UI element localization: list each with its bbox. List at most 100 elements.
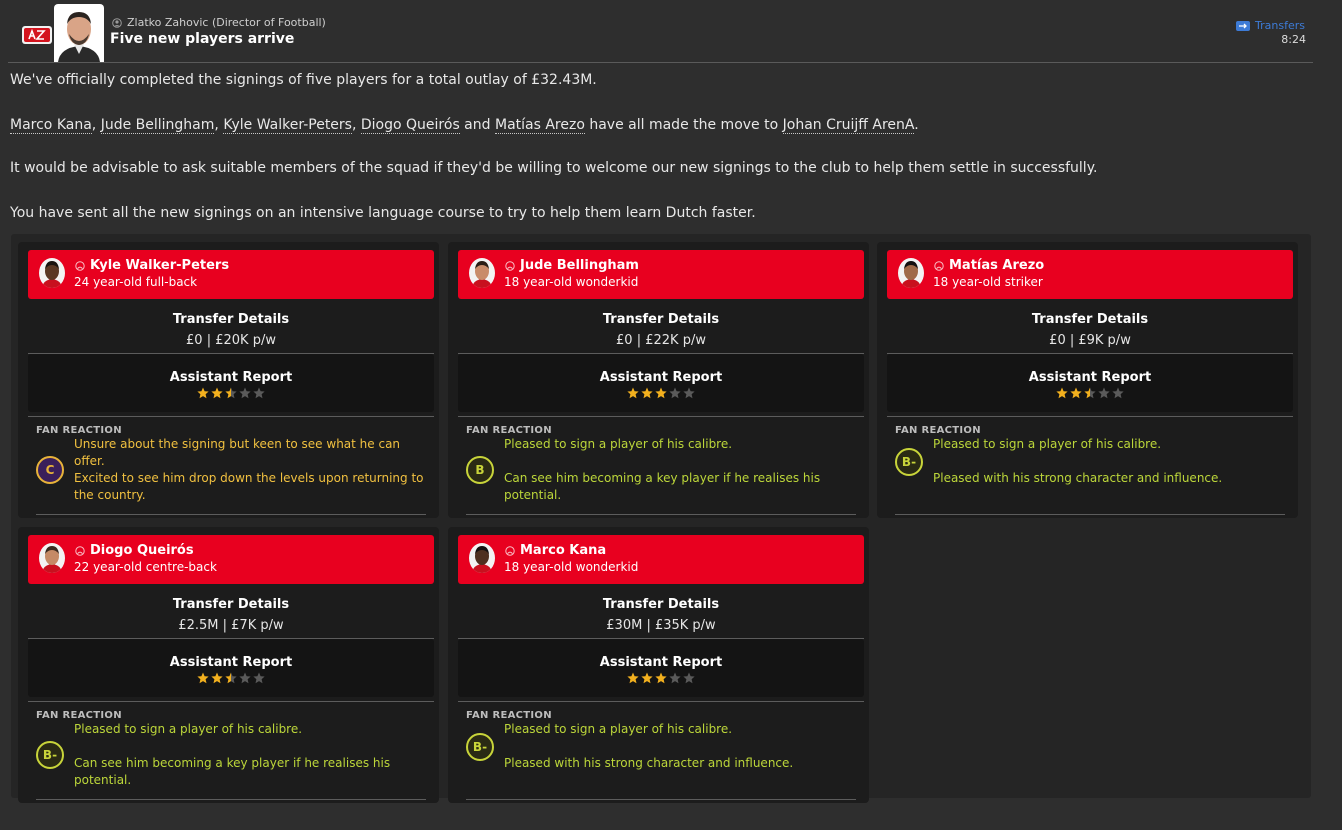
fan-reaction-label: FAN REACTION [466, 710, 552, 721]
fan-reaction-line: Pleased to sign a player of his calibre. [74, 722, 303, 736]
player-card: Marco Kana 18 year-old wonderkid Transfe… [448, 527, 869, 803]
assistant-report-title: Assistant Report [599, 655, 723, 670]
sender-avatar[interactable] [54, 4, 104, 62]
player-name[interactable]: Marco Kana [520, 543, 606, 558]
player-description: 24 year-old full-back [74, 275, 198, 289]
fan-reaction-line: Pleased with his strong character and in… [933, 471, 1223, 485]
transfer-details-value: £0 | £20K p/w [186, 333, 276, 348]
message-paragraph-4: You have sent all the new signings on an… [10, 205, 756, 221]
player-card-header[interactable]: Jude Bellingham 18 year-old wonderkid [458, 250, 864, 299]
player-status-icon [505, 545, 515, 556]
assistant-report-title: Assistant Report [169, 655, 293, 670]
section-divider [887, 416, 1293, 417]
player-name[interactable]: Diogo Queirós [90, 543, 194, 558]
star-full-icon [627, 672, 639, 684]
header-divider [8, 62, 1313, 63]
star-full-icon [1056, 387, 1068, 399]
card-bottom-divider [466, 514, 856, 515]
transfer-icon [1236, 20, 1251, 31]
fan-reaction-line: Pleased with his strong character and in… [504, 756, 794, 770]
message-paragraph-2: Marco Kana, Jude Bellingham, Kyle Walker… [10, 117, 919, 134]
message-subject: Five new players arrive [110, 31, 295, 47]
assistant-report-box[interactable]: Assistant Report [28, 639, 434, 697]
category-label: Transfers [1255, 19, 1305, 32]
player-link-jude-bellingham[interactable]: Jude Bellingham [100, 117, 215, 134]
player-link-marco-kana[interactable]: Marco Kana [10, 117, 92, 134]
message-header: Zlatko Zahovic (Director of Football) Fi… [0, 0, 1342, 62]
player-card-header[interactable]: Marco Kana 18 year-old wonderkid [458, 535, 864, 584]
player-name[interactable]: Jude Bellingham [520, 258, 639, 273]
star-empty-icon [1098, 387, 1110, 399]
player-link-kyle-walker-peters[interactable]: Kyle Walker-Peters [223, 117, 352, 134]
player-card: Diogo Queirós 22 year-old centre-back Tr… [18, 527, 439, 803]
card-bottom-divider [895, 514, 1285, 515]
fan-grade-badge: B [466, 456, 494, 484]
assistant-star-rating [887, 387, 1293, 403]
assistant-report-title: Assistant Report [1028, 370, 1152, 385]
transfer-details-title: Transfer Details [172, 597, 290, 612]
player-face-icon [898, 258, 924, 288]
player-card-header[interactable]: Matías Arezo 18 year-old striker [887, 250, 1293, 299]
person-icon [112, 17, 122, 28]
star-half-icon [225, 387, 237, 399]
star-empty-icon [1112, 387, 1124, 399]
assistant-star-rating [458, 672, 864, 688]
assistant-report-box[interactable]: Assistant Report [28, 354, 434, 412]
club-badge-icon[interactable] [21, 25, 53, 45]
star-full-icon [655, 672, 667, 684]
assistant-report-box[interactable]: Assistant Report [458, 639, 864, 697]
sender-line: Zlatko Zahovic (Director of Football) [112, 16, 326, 29]
star-empty-icon [669, 672, 681, 684]
message-time: 8:24 [1281, 33, 1306, 46]
star-full-icon [197, 672, 209, 684]
assistant-report-box[interactable]: Assistant Report [458, 354, 864, 412]
fan-grade-badge: C [36, 456, 64, 484]
message-text: have all made the move to [584, 117, 783, 133]
player-description: 18 year-old striker [933, 275, 1043, 289]
message-paragraph-3: It would be advisable to ask suitable me… [10, 160, 1098, 176]
fan-reaction-line: Excited to see him drop down the levels … [74, 471, 424, 502]
transfer-details-value: £0 | £9K p/w [1049, 333, 1131, 348]
player-face-icon [469, 543, 495, 573]
assistant-report-box[interactable]: Assistant Report [887, 354, 1293, 412]
player-status-icon [75, 260, 85, 271]
transfer-details-value: £30M | £35K p/w [606, 618, 716, 633]
card-bottom-divider [36, 799, 426, 800]
separator: , [351, 117, 361, 133]
player-link-diogo-queiros[interactable]: Diogo Queirós [360, 117, 460, 134]
category-link[interactable]: Transfers [1236, 19, 1305, 32]
star-full-icon [1070, 387, 1082, 399]
star-full-icon [197, 387, 209, 399]
fan-reaction-label: FAN REACTION [895, 425, 981, 436]
card-bottom-divider [36, 514, 426, 515]
player-name[interactable]: Matías Arezo [949, 258, 1044, 273]
player-face-icon [39, 258, 65, 288]
fan-reaction-line: Pleased to sign a player of his calibre. [504, 722, 733, 736]
message-text: . [914, 117, 919, 133]
player-link-matias-arezo[interactable]: Matías Arezo [494, 117, 585, 134]
star-full-icon [641, 672, 653, 684]
star-full-icon [641, 387, 653, 399]
sender-portrait-icon [54, 4, 104, 62]
player-card-header[interactable]: Diogo Queirós 22 year-old centre-back [28, 535, 434, 584]
star-full-icon [655, 387, 667, 399]
fan-reaction-label: FAN REACTION [36, 710, 122, 721]
transfer-details-value: £0 | £22K p/w [616, 333, 706, 348]
stadium-link[interactable]: Johan Cruijff ArenA [782, 117, 915, 134]
section-divider [458, 416, 864, 417]
player-name[interactable]: Kyle Walker-Peters [90, 258, 229, 273]
fan-reaction-line: Can see him becoming a key player if he … [504, 471, 821, 502]
assistant-report-title: Assistant Report [599, 370, 723, 385]
card-bottom-divider [466, 799, 856, 800]
separator: , [214, 117, 224, 133]
section-divider [28, 701, 434, 702]
fan-reaction-label: FAN REACTION [36, 425, 122, 436]
transfer-details-title: Transfer Details [602, 597, 720, 612]
assistant-star-rating [28, 672, 434, 688]
sender-name[interactable]: Zlatko Zahovic (Director of Football) [127, 16, 326, 29]
player-card-header[interactable]: Kyle Walker-Peters 24 year-old full-back [28, 250, 434, 299]
star-empty-icon [253, 387, 265, 399]
fan-reaction-label: FAN REACTION [466, 425, 552, 436]
player-face-icon [39, 543, 65, 573]
transfer-details-title: Transfer Details [1031, 312, 1149, 327]
